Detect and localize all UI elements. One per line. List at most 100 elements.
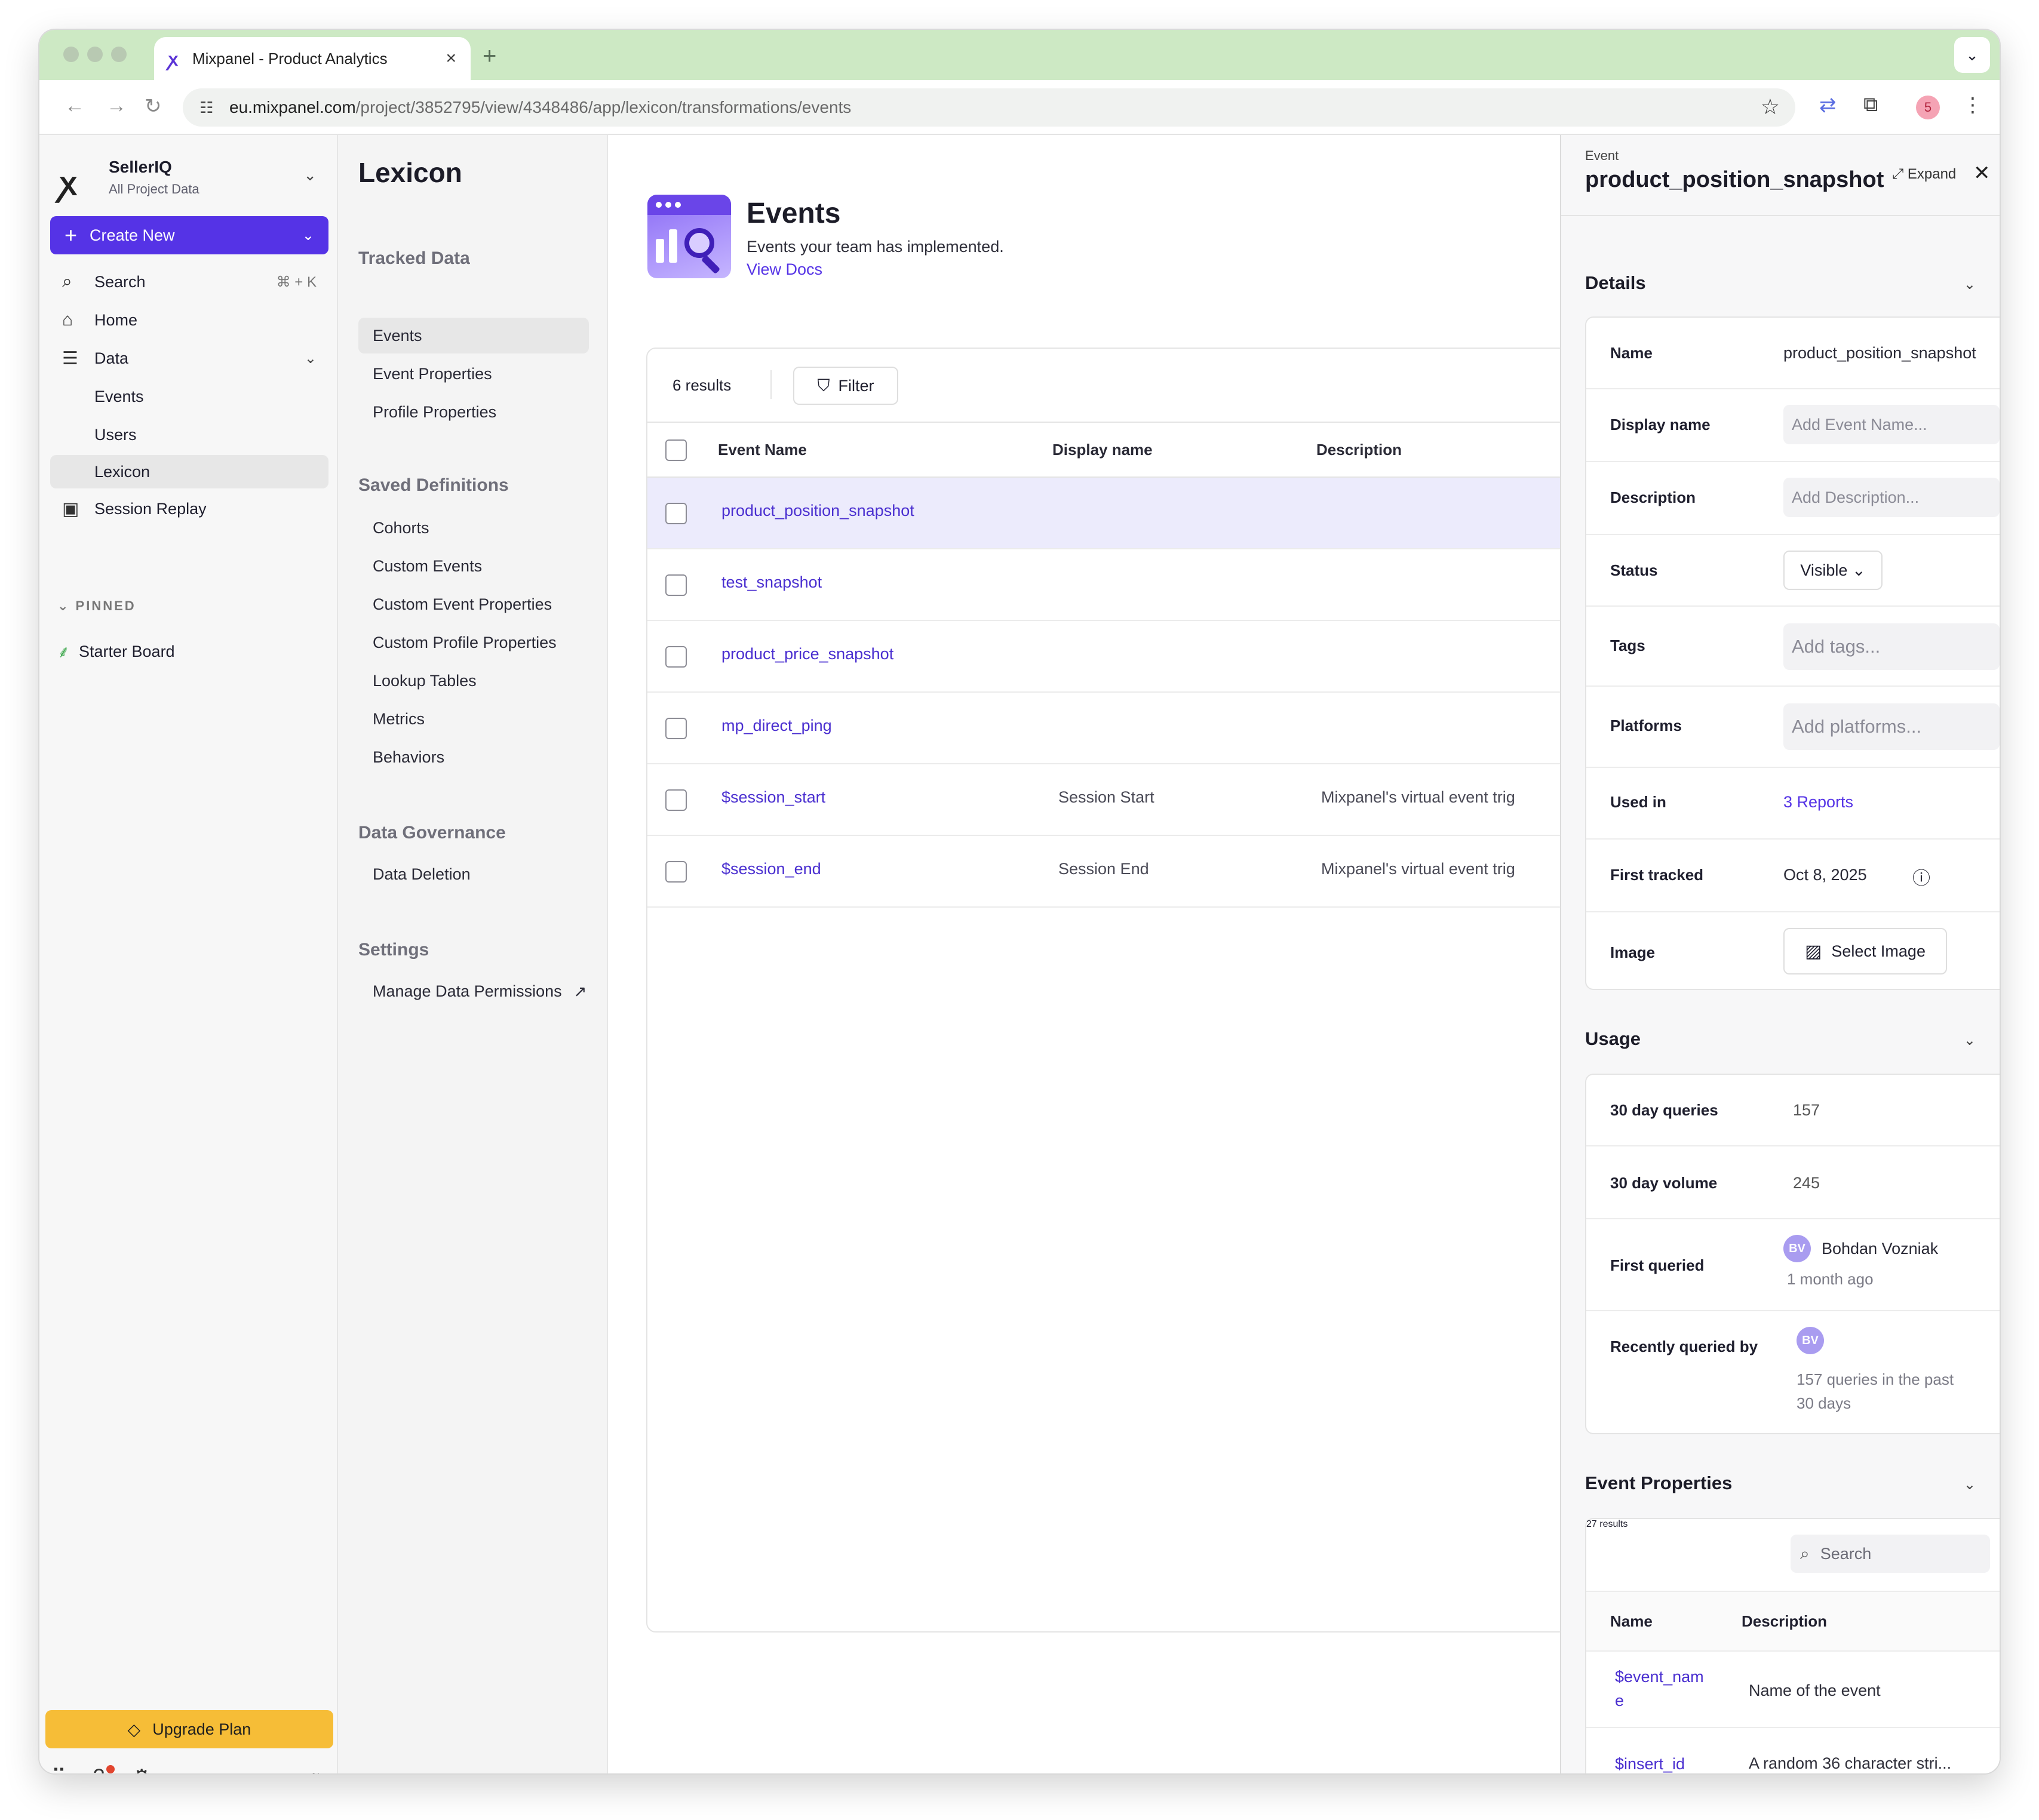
table-row[interactable]: $session_end Session End Mixpanel's virt… — [647, 836, 1577, 908]
nav-item-data-deletion[interactable]: Data Deletion — [358, 856, 589, 892]
event-name-link[interactable]: $session_start — [721, 788, 825, 807]
apps-grid-icon[interactable]: ⠿ — [51, 1765, 66, 1773]
sidebar-subitem-lexicon[interactable]: Lexicon — [50, 455, 328, 488]
reload-icon[interactable]: ↻ — [145, 94, 162, 118]
event-name-link[interactable]: test_snapshot — [721, 573, 822, 592]
back-icon[interactable]: ← — [65, 94, 85, 118]
nav-item-events[interactable]: Events — [358, 318, 589, 353]
events-title: Events — [747, 198, 841, 229]
profile-avatar[interactable]: 5 — [1916, 96, 1940, 119]
events-table-card: 6 results ⛉ Filter Event Name Display na… — [646, 348, 1578, 1633]
chevron-down-icon[interactable]: ⌄ — [1964, 1476, 1976, 1493]
select-all-checkbox[interactable] — [665, 439, 687, 461]
extensions-icon[interactable]: ⧉ — [1863, 93, 1878, 116]
help-icon[interactable]: ? — [93, 1765, 105, 1773]
used-in-reports-link[interactable]: 3 Reports — [1783, 793, 1853, 811]
event-name-link[interactable]: product_position_snapshot — [721, 502, 914, 520]
home-icon: ⌂ — [62, 310, 73, 330]
row-checkbox[interactable] — [665, 718, 687, 739]
platforms-input[interactable]: Add platforms... — [1783, 703, 2000, 750]
project-switcher[interactable]: ꭗ SellerIQ All Project Data ⌄ — [60, 158, 317, 202]
nav-item-custom-events[interactable]: Custom Events — [358, 548, 589, 584]
nav-item-manage-data-permissions[interactable]: Manage Data Permissions ↗ — [358, 973, 589, 1009]
sidebar-item-search[interactable]: ⌕ Search ⌘ + K — [50, 264, 328, 300]
nav-item-custom-profile-properties[interactable]: Custom Profile Properties — [358, 625, 589, 660]
row-checkbox[interactable] — [665, 789, 687, 811]
browser-menu-icon[interactable]: ⋮ — [1963, 93, 1983, 117]
new-tab-icon[interactable]: + — [483, 43, 496, 70]
zoom-window-button[interactable] — [111, 47, 127, 62]
filter-button[interactable]: ⛉ Filter — [793, 367, 898, 405]
url-field[interactable]: ☷ eu.mixpanel.com/project/3852795/view/4… — [183, 88, 1795, 127]
info-icon[interactable]: ⓘ — [1912, 863, 1930, 890]
details-section-title[interactable]: Details — [1585, 272, 1646, 294]
props-column-description: Description — [1742, 1612, 1828, 1630]
nav-item-cohorts[interactable]: Cohorts — [358, 510, 589, 546]
view-docs-link[interactable]: View Docs — [747, 260, 822, 279]
close-tab-icon[interactable]: × — [446, 48, 456, 69]
row-checkbox[interactable] — [665, 574, 687, 596]
display-name-input[interactable]: Add Event Name... — [1783, 405, 2000, 444]
detail-label: First tracked — [1610, 866, 1704, 884]
translate-icon[interactable]: ⇄ — [1819, 93, 1837, 117]
event-name-link[interactable]: product_price_snapshot — [721, 645, 893, 663]
nav-item-profile-properties[interactable]: Profile Properties — [358, 394, 589, 430]
event-name-link[interactable]: mp_direct_ping — [721, 717, 832, 735]
sidebar-item-home[interactable]: ⌂ Home — [50, 302, 328, 338]
chevron-down-icon[interactable]: ⌄ — [1964, 276, 1976, 293]
row-checkbox[interactable] — [665, 646, 687, 668]
table-row[interactable]: product_position_snapshot — [647, 478, 1577, 549]
pinned-starter-board[interactable]: ⸙ Starter Board — [57, 640, 175, 663]
column-event-name[interactable]: Event Name — [718, 441, 807, 459]
table-row[interactable]: product_price_snapshot — [647, 621, 1577, 693]
nav-item-event-properties[interactable]: Event Properties — [358, 356, 589, 392]
forward-icon[interactable]: → — [106, 94, 127, 118]
tab-bar: ꭗ Mixpanel - Product Analytics × + ⌄ — [39, 30, 2000, 80]
usage-label: 30 day queries — [1610, 1101, 1718, 1119]
usage-section-title[interactable]: Usage — [1585, 1028, 1641, 1050]
bookmark-star-icon[interactable]: ☆ — [1761, 94, 1780, 119]
pinned-header[interactable]: ⌄ PINNED — [57, 598, 136, 614]
row-checkbox[interactable] — [665, 503, 687, 524]
table-row[interactable]: mp_direct_ping — [647, 693, 1577, 764]
close-icon[interactable]: ✕ — [1973, 161, 1991, 185]
row-checkbox[interactable] — [665, 861, 687, 883]
select-image-button[interactable]: ▨ Select Image — [1783, 928, 1947, 974]
table-row[interactable]: $event_name Name of the event — [1586, 1652, 2000, 1728]
table-row[interactable]: $insert_id A random 36 character stri... — [1586, 1728, 2000, 1773]
event-properties-section-title[interactable]: Event Properties — [1585, 1472, 1732, 1494]
tab-search-chevron-icon[interactable]: ⌄ — [1954, 37, 1990, 73]
nav-item-lookup-tables[interactable]: Lookup Tables — [358, 663, 589, 699]
collapse-sidebar-icon[interactable]: ⇤ — [312, 1765, 329, 1773]
property-name-link[interactable]: $event_name — [1615, 1665, 1705, 1713]
event-name-link[interactable]: $session_end — [721, 860, 821, 878]
column-description[interactable]: Description — [1316, 441, 1402, 459]
sidebar-item-session-replay[interactable]: ▣ Session Replay — [50, 491, 328, 527]
recent-note: 157 queries in the past — [1797, 1370, 1954, 1388]
property-name-link[interactable]: $insert_id — [1615, 1752, 1705, 1773]
create-new-button[interactable]: + Create New ⌄ — [50, 216, 328, 254]
props-search-input[interactable]: ⌕ Search — [1791, 1535, 1990, 1573]
status-dropdown[interactable]: Visible ⌄ — [1783, 551, 1883, 590]
section-header-settings: Settings — [358, 940, 429, 960]
site-settings-icon[interactable]: ☷ — [199, 99, 229, 117]
nav-item-behaviors[interactable]: Behaviors — [358, 739, 589, 775]
upgrade-plan-button[interactable]: ◇ Upgrade Plan — [45, 1710, 333, 1748]
table-row[interactable]: $session_start Session Start Mixpanel's … — [647, 764, 1577, 836]
event-detail-panel: Event product_position_snapshot ⤢ Expand… — [1560, 135, 2000, 1773]
expand-button[interactable]: ⤢ Expand — [1892, 166, 1956, 183]
nav-item-custom-event-properties[interactable]: Custom Event Properties — [358, 586, 589, 622]
minimize-window-button[interactable] — [87, 47, 103, 62]
chevron-down-icon[interactable]: ⌄ — [1964, 1032, 1976, 1049]
tags-input[interactable]: Add tags... — [1783, 623, 2000, 670]
column-display-name[interactable]: Display name — [1052, 441, 1153, 459]
browser-tab[interactable]: ꭗ Mixpanel - Product Analytics × — [154, 37, 471, 80]
close-window-button[interactable] — [63, 47, 79, 62]
description-input[interactable]: Add Description... — [1783, 478, 2000, 517]
gear-icon[interactable]: ⚙ — [133, 1765, 151, 1773]
sidebar-item-data[interactable]: ☰ Data ⌄ — [50, 340, 328, 376]
sidebar-subitem-users[interactable]: Users — [50, 418, 328, 451]
sidebar-subitem-events[interactable]: Events — [50, 380, 328, 413]
nav-item-metrics[interactable]: Metrics — [358, 701, 589, 737]
table-row[interactable]: test_snapshot — [647, 549, 1577, 621]
